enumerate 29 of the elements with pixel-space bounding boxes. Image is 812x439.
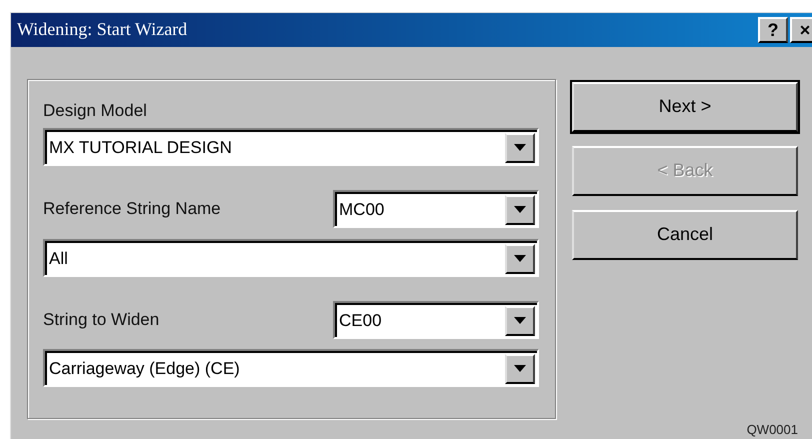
close-button[interactable]: ×	[790, 16, 812, 43]
combo-box[interactable]: CE00	[333, 300, 539, 338]
combo-value: MX TUTORIAL DESIGN	[49, 136, 232, 159]
dialog-button[interactable]: Next >	[572, 82, 798, 132]
caret-down-icon	[514, 206, 526, 213]
combo-box[interactable]: MX TUTORIAL DESIGN	[43, 128, 539, 166]
form-code: QW0001	[746, 420, 798, 438]
help-button[interactable]: ?	[758, 16, 788, 43]
field-label: String to Widen	[43, 308, 160, 331]
combo-value: MC00	[339, 198, 384, 221]
combo-value: Carriageway (Edge) (CE)	[49, 358, 240, 380]
combo-value: All	[49, 248, 68, 270]
dialog-button[interactable]: Cancel	[572, 210, 798, 260]
field-label: Design Model	[43, 100, 148, 122]
caret-down-icon	[514, 317, 526, 324]
caret-down-icon	[514, 365, 526, 372]
combo-box[interactable]: All	[43, 238, 539, 276]
field-label: Reference String Name	[43, 198, 221, 220]
dropdown-arrow-button[interactable]	[505, 244, 535, 274]
dropdown-arrow-button[interactable]	[505, 132, 535, 162]
window-title: Widening: Start Wizard	[17, 18, 188, 42]
combo-box[interactable]: MC00	[333, 190, 539, 228]
dropdown-arrow-button[interactable]	[505, 194, 535, 224]
combo-box[interactable]: Carriageway (Edge) (CE)	[43, 348, 539, 386]
caret-down-icon	[514, 144, 526, 151]
dropdown-arrow-button[interactable]	[505, 354, 535, 384]
dropdown-arrow-button[interactable]	[505, 306, 535, 336]
caret-down-icon	[514, 255, 526, 262]
combo-value: CE00	[339, 310, 382, 332]
